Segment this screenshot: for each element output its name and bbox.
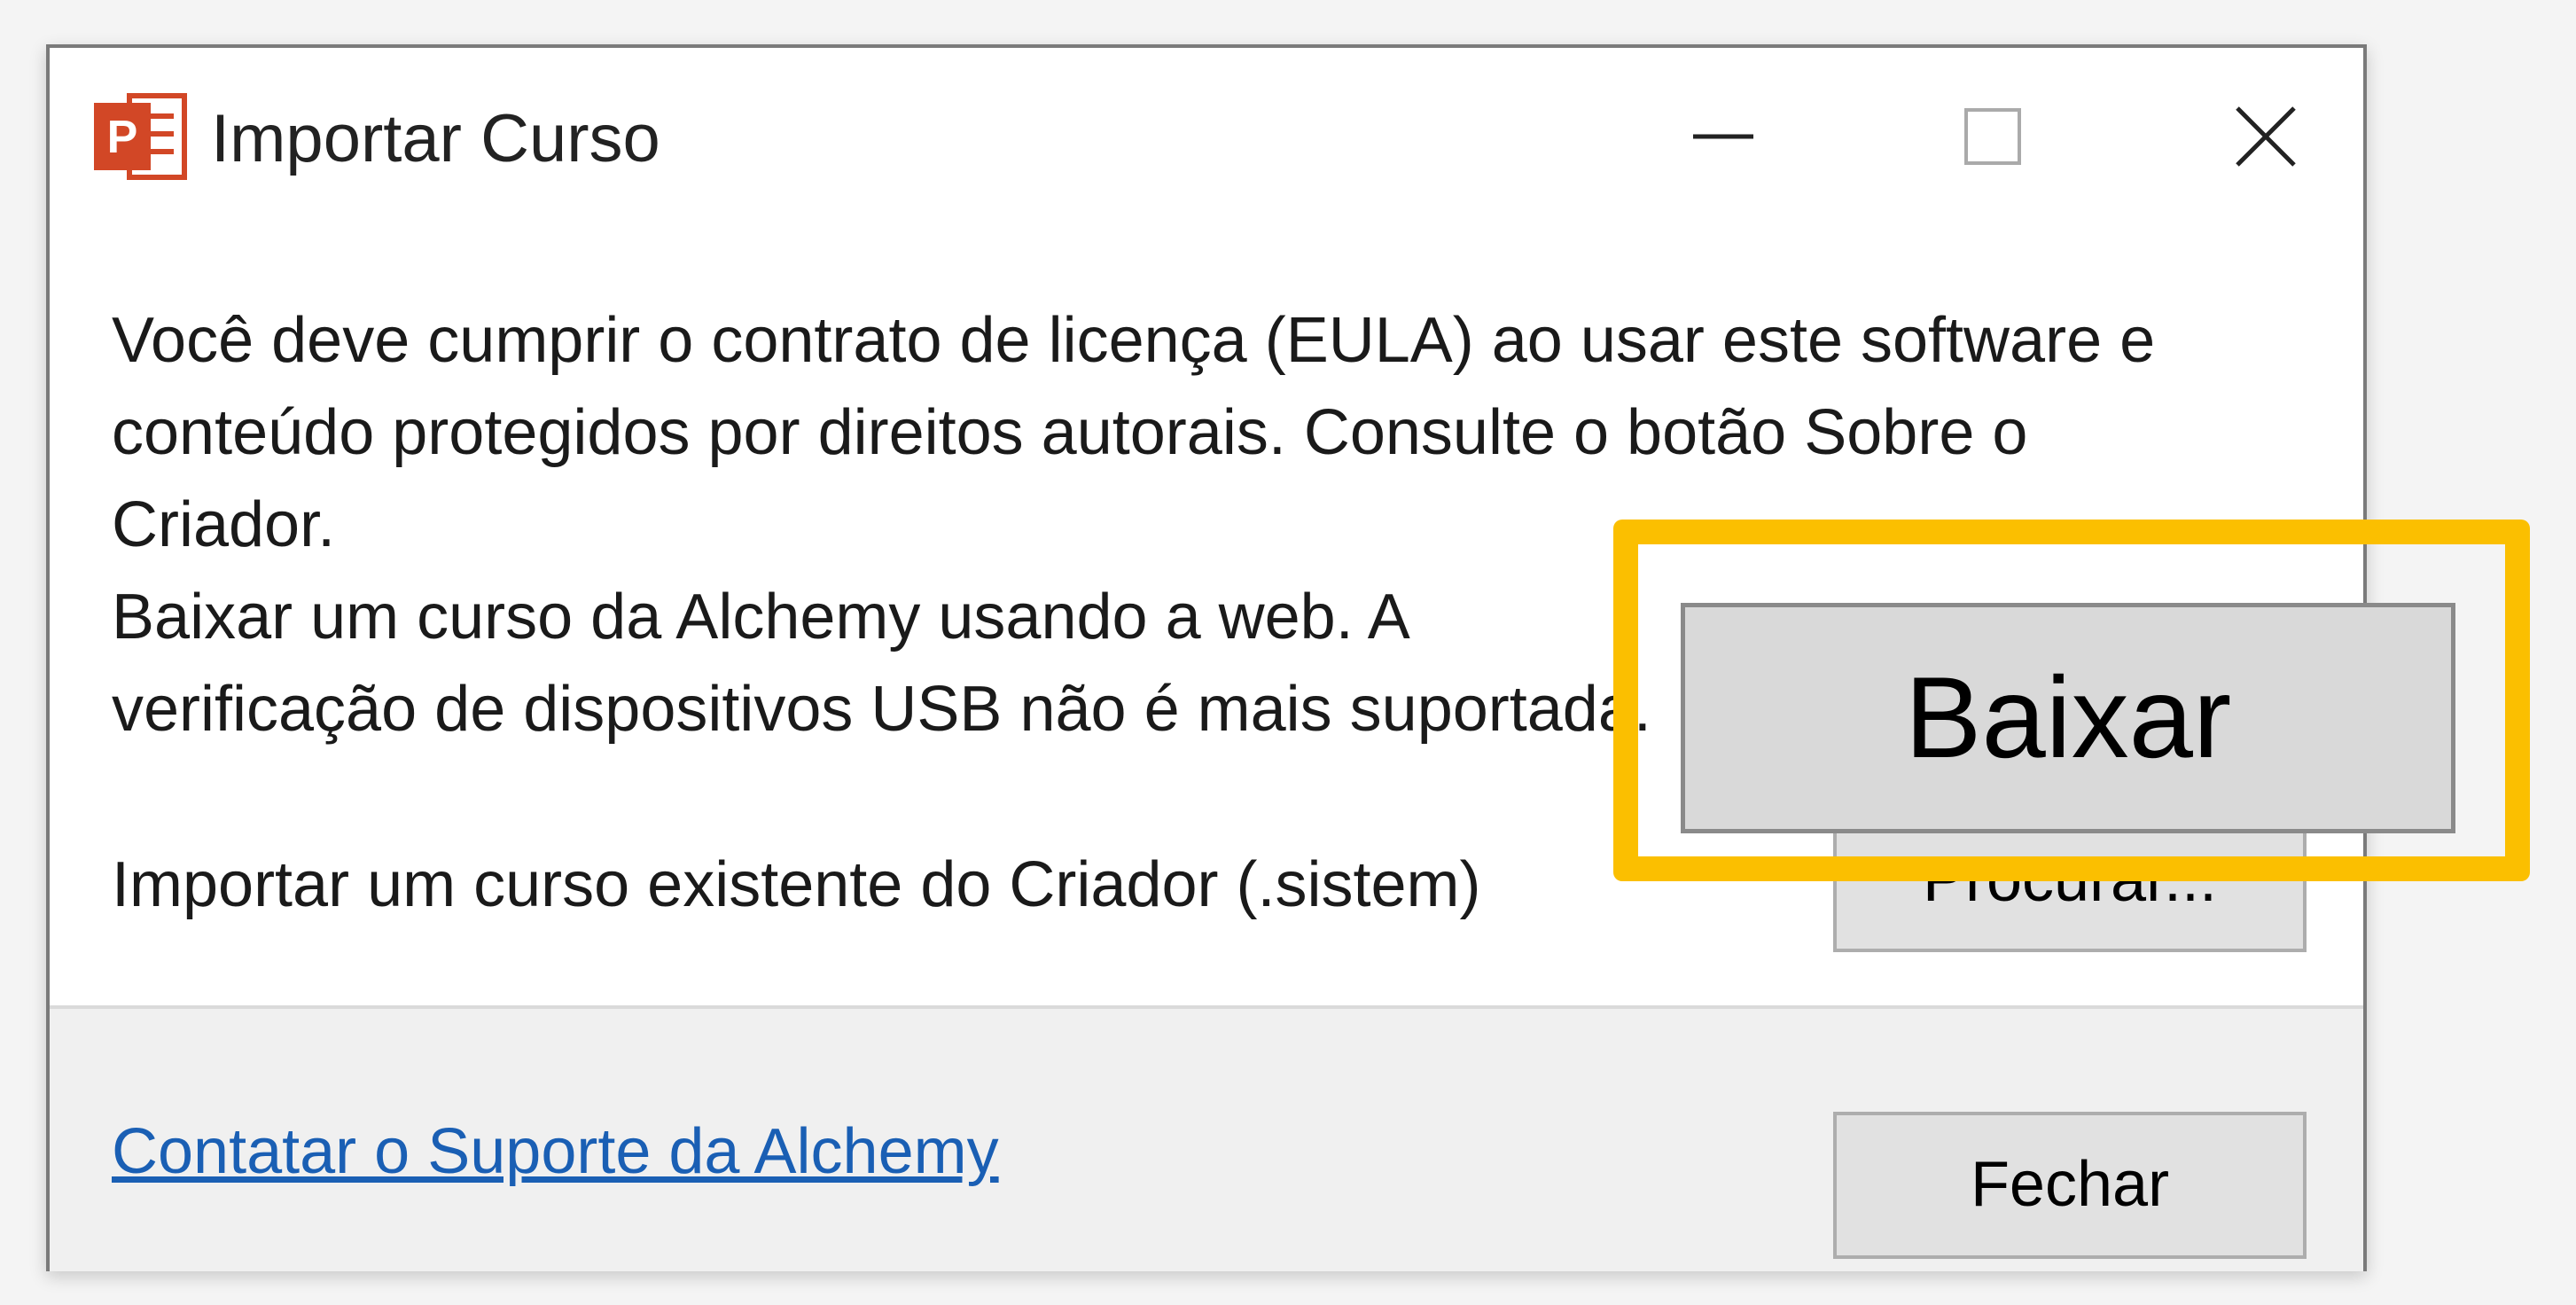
download-text-line-1: Baixar um curso da Alchemy usando a web.… [112,582,1410,652]
dialog-title: Importar Curso [211,101,660,176]
import-text: Importar um curso existente do Criador (… [112,849,1481,920]
maximize-icon [1964,108,2021,165]
screen: P Importar Curso Você deve cumprir o con… [0,0,2576,1305]
title-bar: P Importar Curso [50,48,2363,225]
minimize-icon [1693,134,1753,139]
minimize-button[interactable] [1670,83,1776,190]
powerpoint-icon: P [94,93,187,180]
support-link[interactable]: Contatar o Suporte da Alchemy [112,1112,999,1192]
eula-text-line-2: conteúdo protegidos por direitos autorai… [112,397,2028,468]
dialog-footer: Contatar o Suporte da Alchemy Fechar [50,1005,2363,1271]
eula-text-line-3: Criador. [112,489,336,560]
close-icon [2236,106,2296,167]
svg-text:P: P [107,112,138,163]
close-window-button[interactable] [2213,83,2319,190]
close-button[interactable]: Fechar [1833,1112,2307,1259]
maximize-button[interactable] [1940,83,2046,190]
download-text-line-2: verificação de dispositivos USB não é ma… [112,674,1651,745]
eula-text-line-1: Você deve cumprir o contrato de licença … [112,305,2156,376]
download-button[interactable]: Baixar [1681,603,2455,833]
